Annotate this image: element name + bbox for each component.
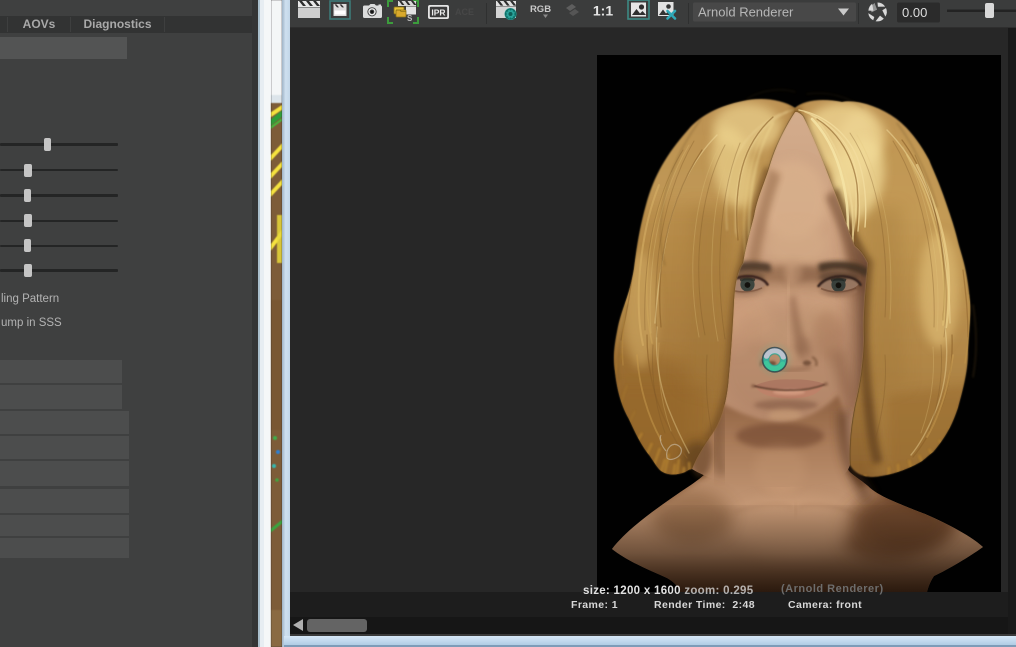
svg-text:ACE: ACE: [455, 7, 474, 17]
svg-text:1:1: 1:1: [593, 3, 613, 19]
svg-text:IPR: IPR: [431, 8, 445, 18]
svg-text:Arnold Renderer: Arnold Renderer: [698, 5, 794, 20]
svg-text:RGB: RGB: [530, 4, 551, 15]
svg-text:S: S: [407, 14, 413, 23]
svg-text:0.00: 0.00: [902, 5, 927, 20]
